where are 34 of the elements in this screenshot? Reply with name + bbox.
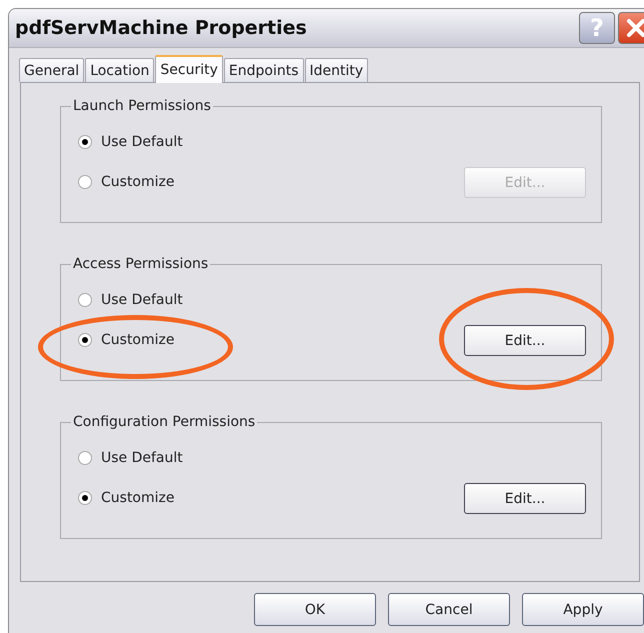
tab[interactable]: Security xyxy=(155,55,223,83)
radio-label: Use Default xyxy=(101,450,183,466)
edit-button[interactable]: Edit... xyxy=(464,325,586,356)
close-icon xyxy=(625,17,644,39)
radio-icon[interactable] xyxy=(78,135,92,149)
radio-icon[interactable] xyxy=(78,175,92,189)
tab[interactable]: Identity xyxy=(304,58,368,82)
radio-option[interactable]: Customize xyxy=(78,332,183,348)
radio-icon[interactable] xyxy=(78,293,92,307)
edit-button[interactable]: Edit... xyxy=(464,483,586,514)
dialog-button[interactable]: Cancel xyxy=(388,593,510,626)
tab[interactable]: General xyxy=(19,58,84,82)
radio-option[interactable]: Use Default xyxy=(78,292,183,308)
radio-icon[interactable] xyxy=(78,333,92,347)
radio-option[interactable]: Use Default xyxy=(78,450,183,466)
radio-label: Use Default xyxy=(101,292,183,308)
radio-option[interactable]: Customize xyxy=(78,490,183,506)
radio-icon[interactable] xyxy=(78,491,92,505)
tab[interactable]: Location xyxy=(85,58,154,82)
radio-option[interactable]: Use Default xyxy=(78,134,183,150)
dialog-button[interactable]: OK xyxy=(254,593,376,626)
tab[interactable]: Endpoints xyxy=(224,58,304,82)
radio-icon[interactable] xyxy=(78,451,92,465)
group-title: Configuration Permissions xyxy=(72,414,256,430)
radio-option[interactable]: Customize xyxy=(78,174,183,190)
radio-label: Customize xyxy=(101,174,174,190)
radio-label: Use Default xyxy=(101,134,183,150)
dialog-button[interactable]: Apply xyxy=(522,593,644,626)
group-title: Access Permissions xyxy=(72,256,210,272)
window-title: pdfServMachine Properties xyxy=(15,17,308,39)
close-button[interactable] xyxy=(618,12,644,44)
radio-label: Customize xyxy=(101,332,174,348)
group-title: Launch Permissions xyxy=(72,98,212,114)
radio-label: Customize xyxy=(101,490,174,506)
